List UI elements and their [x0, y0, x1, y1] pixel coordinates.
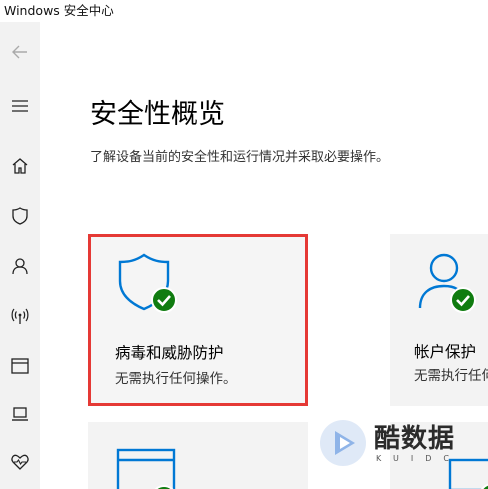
laptop-icon — [12, 407, 28, 421]
sidebar-item-home[interactable] — [0, 146, 40, 186]
watermark-logo-icon — [320, 420, 366, 466]
browser-window-icon — [11, 358, 29, 374]
page-subtitle: 了解设备当前的安全性和运行情况并采取必要操作。 — [90, 150, 390, 165]
card-title: 病毒和威胁防护 — [115, 344, 224, 362]
person-icon — [12, 258, 28, 275]
window-title: Windows 安全中心 — [4, 3, 114, 18]
watermark: 酷数据 KUIDC — [318, 416, 468, 468]
watermark-text: 酷数据 — [374, 424, 456, 454]
virus-protection-card[interactable]: 病毒和威胁防护 无需执行任何操作。 — [88, 234, 308, 406]
title-bar: Windows 安全中心 — [0, 0, 488, 22]
card-status: 无需执行任何操作。 — [115, 371, 237, 387]
card-title: 帐户保护 — [414, 343, 477, 361]
menu-button[interactable] — [0, 86, 40, 126]
page-title: 安全性概览 — [90, 99, 225, 130]
account-protection-card[interactable]: 帐户保护 无需执行任何操作。 — [390, 234, 488, 406]
shield-check-icon — [118, 253, 177, 313]
home-icon — [12, 158, 28, 174]
card-status: 无需执行任何操作。 — [414, 368, 488, 384]
person-check-icon — [418, 253, 476, 313]
wireless-icon — [11, 308, 29, 324]
sidebar-item-app-browser[interactable] — [0, 346, 40, 386]
sidebar-item-device-performance[interactable] — [0, 442, 40, 482]
back-button[interactable] — [0, 32, 40, 72]
sidebar — [0, 22, 40, 489]
hamburger-icon — [12, 100, 28, 112]
sidebar-item-account-protection[interactable] — [0, 246, 40, 286]
sidebar-item-firewall[interactable] — [0, 296, 40, 336]
shield-icon — [12, 207, 28, 225]
heart-pulse-icon — [11, 454, 29, 470]
sidebar-item-virus-protection[interactable] — [0, 196, 40, 236]
sidebar-item-device-security[interactable] — [0, 394, 40, 434]
app-browser-card[interactable] — [88, 422, 308, 489]
watermark-sub: KUIDC — [376, 454, 461, 463]
browser-check-icon — [116, 448, 176, 489]
back-arrow-icon — [12, 45, 27, 59]
